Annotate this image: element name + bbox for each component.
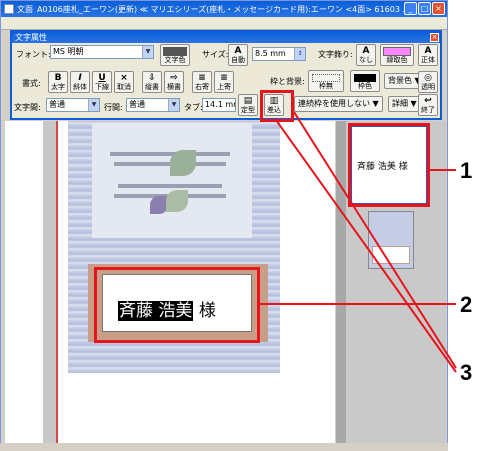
callout-lines [260,111,457,373]
callout-number-1: 1 [460,158,473,183]
callout-number-3: 3 [460,360,473,385]
callout-line-3b [293,111,457,369]
callout-number-2: 2 [460,292,473,317]
callout-line-3 [275,119,457,373]
